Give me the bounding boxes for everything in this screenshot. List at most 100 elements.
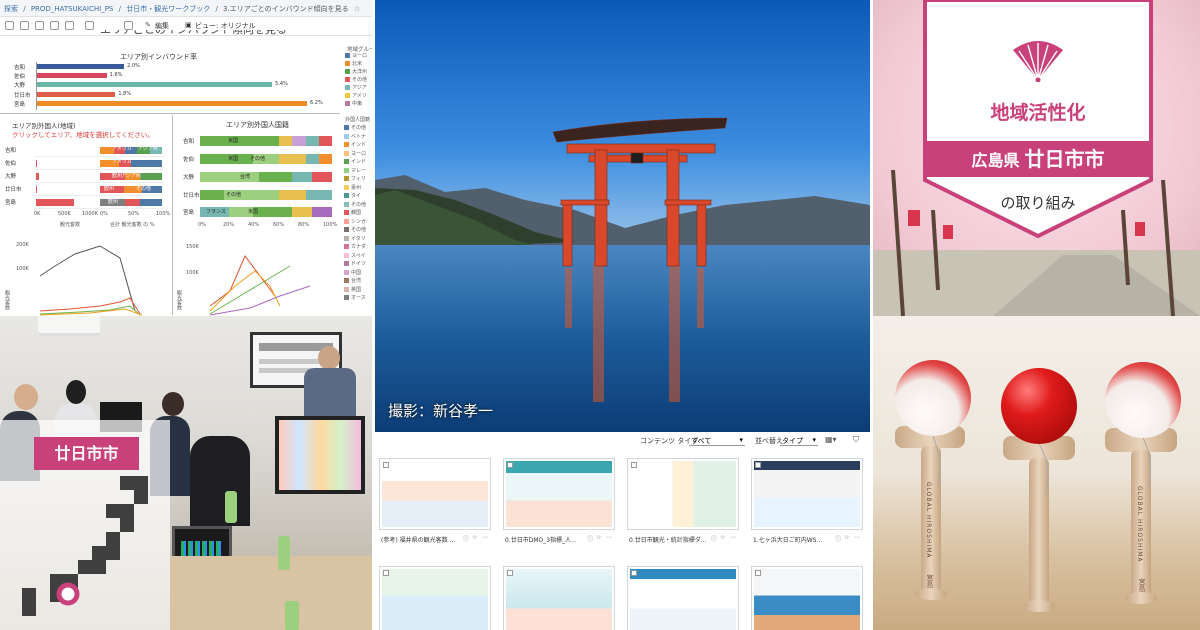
chart3-stack-segment[interactable] — [252, 207, 293, 217]
chart1-bar[interactable] — [37, 64, 125, 69]
chart1-bar[interactable] — [37, 82, 273, 88]
star-icon[interactable]: ☆ — [596, 534, 601, 541]
legend2-item[interactable]: ドイツ — [351, 260, 366, 267]
legend1-item[interactable]: アジア — [352, 84, 367, 91]
legend2-item[interactable]: 英国 — [351, 286, 361, 293]
card-checkbox[interactable] — [507, 462, 513, 468]
legend2-item[interactable]: 韓国 — [351, 209, 361, 216]
more-icon[interactable]: ⋯ — [854, 534, 860, 541]
chart3-stack-segment[interactable] — [292, 136, 306, 146]
line-chart-right[interactable] — [200, 236, 340, 316]
legend2-item[interactable]: 中国 — [351, 269, 361, 276]
legend1-item[interactable]: 中東 — [352, 100, 362, 107]
legend2-item[interactable]: ベトナ — [351, 133, 366, 140]
dashboard-card[interactable] — [503, 458, 615, 530]
card-checkbox[interactable] — [507, 570, 513, 576]
dashboard-card[interactable] — [751, 566, 863, 630]
chart3-stack-segment[interactable] — [318, 154, 332, 164]
chart3-stack-segment[interactable] — [200, 190, 224, 200]
card-checkbox[interactable] — [755, 570, 761, 576]
chart2-count-bar[interactable] — [36, 173, 39, 180]
legend2-item[interactable]: シンガ — [351, 218, 366, 225]
legend1-item[interactable]: ヨーロ — [352, 52, 367, 59]
grid-view-icon[interactable]: ▦▾ — [825, 435, 837, 444]
filter-icon[interactable]: ⛉ — [853, 435, 859, 445]
legend2-item[interactable]: 豪州 — [351, 184, 361, 191]
dashboard-card[interactable] — [379, 566, 491, 630]
chart3-stack-segment[interactable] — [305, 190, 332, 200]
more-icon[interactable]: ⋯ — [730, 534, 736, 541]
chart3-stack-segment[interactable] — [279, 154, 306, 164]
refresh-icon[interactable] — [50, 21, 59, 30]
card-caption[interactable]: 0.廿日市観光・統計指標ダ... — [629, 535, 709, 544]
chart3-stack-segment[interactable] — [279, 136, 293, 146]
legend2-item[interactable]: イタリ — [351, 235, 366, 242]
card-caption[interactable]: 0.廿日市DMO_3指標_人... — [505, 535, 585, 544]
chart3-stack-segment[interactable] — [318, 136, 332, 146]
revert-icon[interactable] — [35, 21, 44, 30]
chart3-stack-segment[interactable] — [200, 172, 260, 182]
legend1-item[interactable]: 大洋州 — [352, 68, 367, 75]
legend1-item[interactable]: その他 — [352, 76, 367, 83]
star-icon[interactable]: ☆ — [354, 5, 360, 13]
pause-icon[interactable] — [65, 21, 74, 30]
chart1-bar[interactable] — [37, 91, 116, 97]
legend2-item[interactable]: タイ — [351, 192, 361, 199]
chart2-stack-segment[interactable] — [140, 199, 162, 206]
chart2-stack-segment[interactable] — [124, 199, 141, 206]
content-type-select[interactable]: すべて ▾ — [689, 434, 745, 446]
dashboard-card[interactable] — [751, 458, 863, 530]
legend2-item[interactable]: ヨーロ — [351, 150, 366, 157]
legend2-item[interactable]: カナダ — [351, 243, 366, 250]
chart3-stack-segment[interactable] — [259, 172, 293, 182]
card-caption[interactable]: 1.七ヶ浜大日ご町内WS... — [753, 535, 833, 544]
chart2-count-bar[interactable] — [36, 160, 37, 167]
legend2-item[interactable]: マレー — [351, 167, 366, 174]
chart2-count-bar[interactable] — [36, 199, 74, 206]
card-checkbox[interactable] — [755, 462, 761, 468]
chart3-stack-segment[interactable] — [292, 207, 313, 217]
sort-select[interactable]: タイプ ▾ — [780, 434, 818, 446]
edit-icon[interactable]: ✎ — [145, 21, 151, 29]
line-chart-left[interactable] — [30, 236, 170, 316]
share-icon[interactable] — [85, 21, 94, 30]
legend1-item[interactable]: アメリ — [352, 92, 367, 99]
chart3-stack-segment[interactable] — [292, 172, 313, 182]
info-icon[interactable]: ⓘ — [835, 534, 841, 543]
chart2-stack-segment[interactable] — [131, 160, 162, 167]
card-checkbox[interactable] — [631, 462, 637, 468]
legend2-item[interactable]: 台湾 — [351, 277, 361, 284]
dashboard-card[interactable] — [503, 566, 615, 630]
legend2-item[interactable]: インド — [351, 141, 366, 148]
chart1-bar[interactable] — [37, 100, 307, 106]
more-icon[interactable]: ⋯ — [606, 534, 612, 541]
info-icon[interactable]: ⓘ — [463, 534, 469, 543]
chart1-bar[interactable] — [37, 73, 107, 79]
dashboard-card[interactable] — [627, 458, 739, 530]
redo-icon[interactable] — [20, 21, 29, 30]
card-checkbox[interactable] — [383, 462, 389, 468]
breadcrumb-explore[interactable]: 探索 — [4, 5, 18, 13]
chart2-stack-segment[interactable] — [140, 173, 162, 180]
star-icon[interactable]: ☆ — [472, 534, 477, 541]
legend2-item[interactable]: その他 — [351, 226, 366, 233]
dashboard-card[interactable] — [627, 566, 739, 630]
card-checkbox[interactable] — [383, 570, 389, 576]
legend2-item[interactable]: スペイ — [351, 252, 366, 259]
legend2-item[interactable]: フィリ — [351, 175, 366, 182]
undo-icon[interactable] — [5, 21, 14, 30]
info-icon[interactable]: ⓘ — [711, 534, 717, 543]
chart3-stack-segment[interactable] — [305, 154, 319, 164]
info-icon[interactable]: ⓘ — [587, 534, 593, 543]
more-icon[interactable]: ⋯ — [482, 534, 488, 541]
card-checkbox[interactable] — [631, 570, 637, 576]
breadcrumb-workbook[interactable]: 廿日市・観光ワークブック — [126, 5, 210, 13]
star-icon[interactable]: ☆ — [844, 534, 849, 541]
legend2-item[interactable]: その他 — [351, 201, 366, 208]
star-icon[interactable]: ☆ — [720, 534, 725, 541]
chart3-stack-segment[interactable] — [305, 136, 319, 146]
chart2-count-bar[interactable] — [36, 186, 37, 193]
chart3-stack-segment[interactable] — [200, 154, 253, 164]
legend2-item[interactable]: インド — [351, 158, 366, 165]
settings-icon[interactable] — [124, 21, 133, 30]
